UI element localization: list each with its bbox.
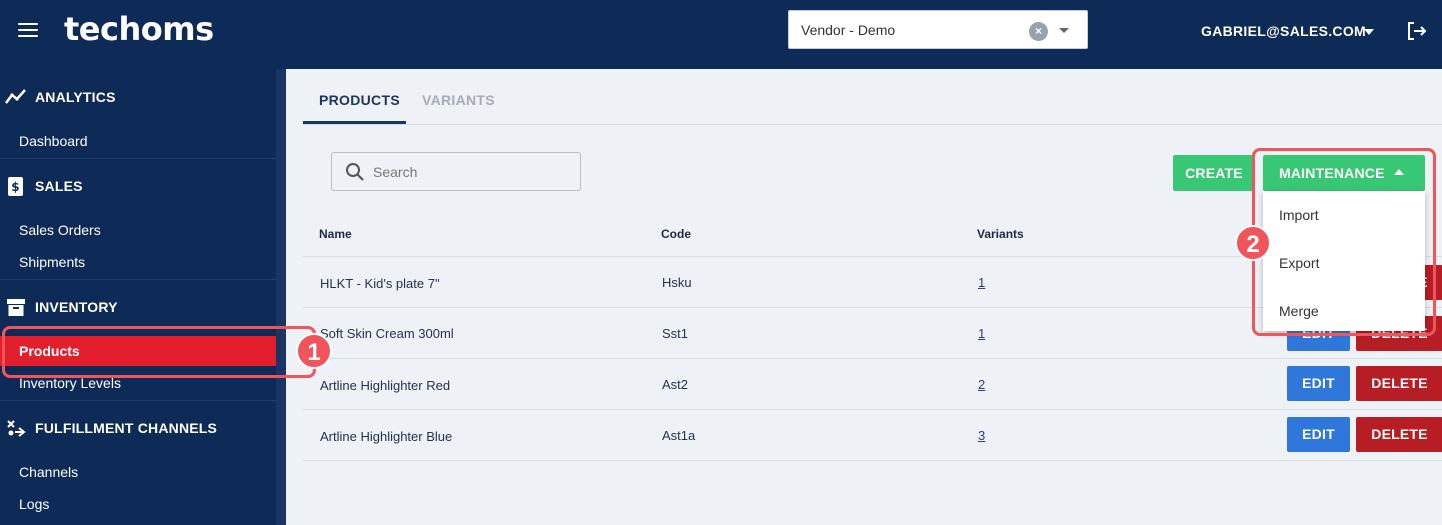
archive-box-icon <box>7 299 25 316</box>
create-button[interactable]: CREATE <box>1173 155 1255 191</box>
app-logo: techoms <box>64 10 214 48</box>
divider <box>303 124 1442 125</box>
variants-link[interactable]: 1 <box>978 275 985 290</box>
sidebar-item-shipments[interactable]: Shipments <box>19 254 85 270</box>
divider <box>303 460 1442 461</box>
analytics-icon <box>5 89 26 104</box>
svg-text:$: $ <box>11 180 20 194</box>
product-code: Hsku <box>662 275 692 290</box>
sidebar-section-label: ANALYTICS <box>35 89 116 105</box>
user-menu[interactable]: GABRIEL@SALES.COM <box>1201 23 1366 39</box>
sidebar: ANALYTICS Dashboard $ SALES Sales Orders… <box>0 69 286 525</box>
sidebar-item-channels[interactable]: Channels <box>19 464 78 480</box>
sidebar-section-label: INVENTORY <box>35 299 118 315</box>
top-bar: techoms Vendor - Demo × GABRIEL@SALES.CO… <box>0 0 1442 69</box>
product-code: Ast1a <box>662 428 696 443</box>
tab-variants[interactable]: VARIANTS <box>422 92 495 108</box>
step-badge-1: 1 <box>296 333 332 369</box>
search-input[interactable]: Search <box>331 152 581 191</box>
user-chevron-down-icon[interactable] <box>1364 29 1374 35</box>
sidebar-section-label: SALES <box>35 178 83 194</box>
edit-button[interactable]: EDIT <box>1287 366 1350 401</box>
channels-icon <box>7 420 26 437</box>
sidebar-scrollbar[interactable] <box>276 69 286 525</box>
product-name: Artline Highlighter Red <box>320 378 451 393</box>
vendor-select[interactable]: Vendor - Demo × <box>788 10 1088 49</box>
product-name: Artline Highlighter Blue <box>320 429 453 444</box>
search-icon <box>346 163 364 181</box>
edit-button[interactable]: EDIT <box>1287 417 1350 452</box>
highlight-box-products <box>2 326 316 378</box>
column-header-variants[interactable]: Variants <box>977 227 1024 241</box>
sidebar-section-label: FULFILLMENT CHANNELS <box>35 420 218 436</box>
menu-icon[interactable] <box>18 23 38 39</box>
step-badge-2: 2 <box>1235 225 1271 261</box>
vendor-select-value: Vendor - Demo <box>801 22 896 38</box>
divider <box>303 409 1442 410</box>
delete-button[interactable]: DELETE <box>1356 417 1442 452</box>
highlight-box-maintenance <box>1252 148 1436 336</box>
dollar-doc-icon: $ <box>8 177 23 196</box>
product-name: HLKT - Kid's plate 7" <box>320 276 440 291</box>
sidebar-item-logs[interactable]: Logs <box>19 496 49 512</box>
divider <box>303 358 1442 359</box>
search-placeholder: Search <box>373 164 418 180</box>
sidebar-item-sales-orders[interactable]: Sales Orders <box>19 222 101 238</box>
chevron-down-icon[interactable] <box>1059 28 1069 33</box>
divider <box>0 158 276 159</box>
sidebar-item-dashboard[interactable]: Dashboard <box>19 133 88 149</box>
logout-icon[interactable] <box>1404 19 1428 43</box>
delete-button[interactable]: DELETE <box>1356 366 1442 401</box>
tab-products[interactable]: PRODUCTS <box>319 92 400 108</box>
variants-link[interactable]: 2 <box>978 377 985 392</box>
product-code: Sst1 <box>662 326 689 341</box>
product-code: Ast2 <box>662 377 689 392</box>
clear-icon[interactable]: × <box>1029 22 1048 41</box>
column-header-code[interactable]: Code <box>661 227 691 241</box>
variants-link[interactable]: 1 <box>978 326 985 341</box>
divider <box>0 400 276 401</box>
product-name: Soft Skin Cream 300ml <box>320 326 454 341</box>
variants-link[interactable]: 3 <box>978 428 985 443</box>
divider <box>0 279 276 280</box>
column-header-name[interactable]: Name <box>319 227 352 241</box>
